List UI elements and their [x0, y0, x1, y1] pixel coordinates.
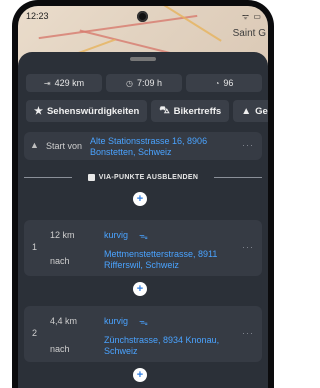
- stat-duration-value: 7:09 h: [136, 78, 162, 88]
- chip-sights[interactable]: ★ Sehenswürdigkeiten: [26, 100, 148, 122]
- start-label: Start von: [46, 141, 83, 151]
- curvy-road-icon: ᯓ: [139, 231, 148, 241]
- status-bar: 12:23 ᯤ ▭: [18, 6, 268, 28]
- start-address[interactable]: Alte Stationsstrasse 16, 8906 Bonstetten…: [90, 136, 240, 158]
- camera-icon: [137, 11, 148, 22]
- via-toggle[interactable]: VIA-PUNKTE AUSBLENDEN: [78, 171, 208, 183]
- route-sheet: ⇥ 429 km ◷ 7:09 h ◔ 96 ★ Sehenswürdigkei…: [18, 52, 268, 388]
- waypoint-card-2[interactable]: 2 4,4 km kurvig ᯓ nach Zünchstrasse, 893…: [24, 306, 262, 362]
- gauge-icon: ◔: [214, 78, 220, 88]
- stat-distance-value: 429 km: [54, 78, 85, 88]
- waypoint-address[interactable]: Mettmenstetterstrasse, 8911 Rifferswil, …: [104, 249, 244, 271]
- more-icon[interactable]: ···: [242, 328, 254, 338]
- add-waypoint-button[interactable]: +: [133, 282, 147, 296]
- screen: Saint G 12:23 ᯤ ▭ ⇥ 429 km ◷ 7:09 h ◔ 96: [18, 6, 268, 388]
- curvy-road-icon: ᯓ: [139, 317, 148, 327]
- via-toggle-label: VIA-PUNKTE AUSBLENDEN: [98, 173, 199, 181]
- map-city-label: Saint G: [232, 28, 266, 39]
- divider-line: [24, 177, 72, 178]
- stat-distance: ⇥ 429 km: [26, 74, 102, 92]
- stat-curviness: ◔ 96: [186, 74, 262, 92]
- add-waypoint-button[interactable]: +: [133, 192, 147, 206]
- waypoint-card-1[interactable]: 1 12 km kurvig ᯓ nach Mettmenstetterstra…: [24, 220, 262, 276]
- drag-handle[interactable]: [130, 57, 156, 61]
- status-icons: ᯤ ▭: [241, 12, 262, 21]
- chip-label: Bikertreffs: [173, 105, 222, 117]
- waypoint-number: 2: [32, 328, 38, 338]
- distance-icon: ⇥: [43, 78, 51, 88]
- clock-icon: ◷: [125, 78, 133, 88]
- chip-label: Gebi: [255, 105, 268, 117]
- status-time: 12:23: [26, 11, 49, 21]
- poi-chips: ★ Sehenswürdigkeiten ⛍ Bikertreffs ▲ Geb…: [26, 100, 268, 122]
- phone-frame: Saint G 12:23 ᯤ ▭ ⇥ 429 km ◷ 7:09 h ◔ 96: [12, 0, 274, 388]
- motorbike-icon: ⛍: [159, 104, 170, 116]
- add-waypoint-button[interactable]: +: [133, 368, 147, 382]
- route-style-link[interactable]: kurvig: [104, 230, 128, 240]
- mountain-icon: ▲: [241, 105, 252, 117]
- chip-mountains[interactable]: ▲ Gebi: [233, 100, 268, 122]
- more-icon[interactable]: ···: [242, 140, 254, 150]
- checkbox-icon[interactable]: [87, 173, 95, 181]
- chip-label: Sehenswürdigkeiten: [46, 105, 140, 117]
- waypoint-nach: nach: [50, 344, 70, 354]
- stat-curviness-value: 96: [223, 78, 234, 88]
- start-card[interactable]: ▲ Start von Alte Stationsstrasse 16, 890…: [24, 132, 262, 160]
- waypoint-nach: nach: [50, 256, 70, 266]
- chip-biker-meetups[interactable]: ⛍ Bikertreffs: [151, 100, 230, 122]
- waypoint-address[interactable]: Zünchstrasse, 8934 Knonau, Schweiz: [104, 335, 244, 357]
- route-stats: ⇥ 429 km ◷ 7:09 h ◔ 96: [26, 74, 262, 92]
- navigation-arrow-icon: ▲: [30, 140, 39, 150]
- stat-duration: ◷ 7:09 h: [106, 74, 182, 92]
- more-icon[interactable]: ···: [242, 242, 254, 252]
- waypoint-number: 1: [32, 242, 38, 252]
- divider-line: [214, 177, 262, 178]
- route-style-link[interactable]: kurvig: [104, 316, 128, 326]
- via-divider: VIA-PUNKTE AUSBLENDEN: [24, 170, 262, 184]
- star-icon: ★: [34, 105, 43, 117]
- waypoint-distance: 4,4 km: [50, 316, 78, 326]
- waypoint-distance: 12 km: [50, 230, 75, 240]
